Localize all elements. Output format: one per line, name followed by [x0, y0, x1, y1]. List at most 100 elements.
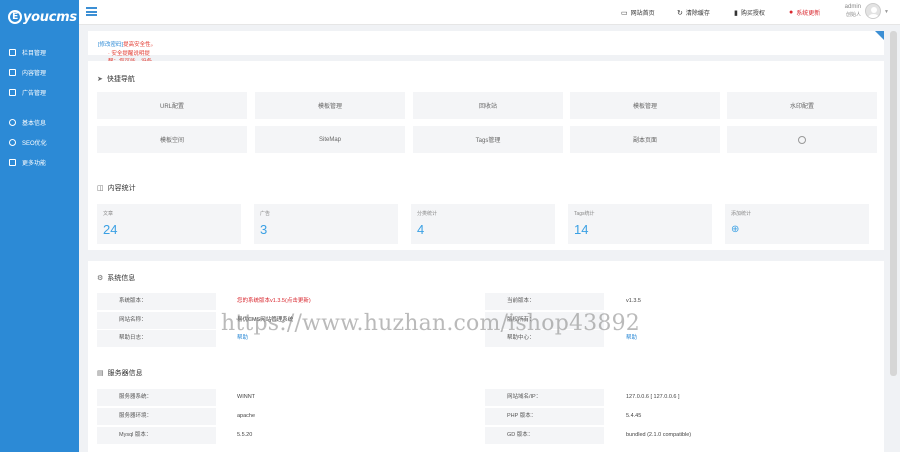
monitor-icon: ▭: [621, 9, 628, 17]
logo-text: youcms: [23, 9, 77, 25]
sidebar-item-label: 广告管理: [22, 91, 47, 97]
sidebar-item-basic-info[interactable]: 基本信息: [9, 118, 46, 127]
notice-text: · 安全提醒说明提醒：您可能、设备出现或被、请及时[修改密码]提高安全性。: [98, 40, 157, 73]
corner-flag-icon: [875, 31, 884, 40]
main-content: · 安全提醒说明提醒：您可能、设备出现或被、请及时[修改密码]提高安全性。 ➤快…: [88, 31, 884, 452]
info-value: v1.3.5: [626, 298, 641, 304]
change-password-link[interactable]: [修改密码]: [98, 42, 123, 48]
security-notice: · 安全提醒说明提醒：您可能、设备出现或被、请及时[修改密码]提高安全性。: [88, 31, 884, 73]
sidebar-item-label: SEO优化: [22, 141, 47, 147]
chevron-down-icon[interactable]: ▼: [884, 9, 889, 15]
info-value: 5.5.20: [237, 432, 253, 438]
system-info-title: ⚙ 系统信息: [97, 273, 135, 283]
sidebar-item-label: 基本信息: [22, 121, 47, 127]
system-update-label: 系统更新: [796, 11, 821, 17]
sidebar-item-ads[interactable]: 广告管理: [9, 88, 46, 97]
info-row: 网站名称： 易优CMS网站管理系统 版权所有：: [97, 312, 867, 329]
stat-value: 3: [260, 222, 268, 237]
chart-icon: ◫: [97, 185, 104, 192]
system-update-link[interactable]: ● 系统更新: [789, 8, 820, 17]
info-key: 帮助日志：: [97, 330, 216, 347]
quick-nav-title-text: 快捷导航: [106, 76, 135, 83]
content-stats-title: ◫ 内容统计: [97, 183, 136, 193]
sidebar: E youcms 栏目管理 内容管理 广告管理 基本信息 SEO优化 更多功能: [0, 0, 79, 452]
add-circle-icon: ⊕: [731, 224, 740, 235]
logo[interactable]: E youcms: [0, 0, 79, 34]
info-key: 服务器系统：: [97, 389, 216, 406]
gear-icon: ⚙: [97, 275, 104, 282]
quick-nav-recycle-bin[interactable]: 回收站: [413, 92, 563, 119]
hamburger-menu-icon[interactable]: [86, 7, 97, 16]
stat-tags[interactable]: Tags统计 14: [568, 204, 712, 244]
info-key: 服务器环境：: [97, 408, 216, 425]
sidebar-item-label: 栏目管理: [22, 51, 47, 57]
stat-value: 14: [574, 222, 589, 237]
help-link[interactable]: 帮助: [237, 330, 248, 347]
content-stats-title-text: 内容统计: [107, 185, 136, 192]
stat-ads[interactable]: 广告 3: [254, 204, 398, 244]
info-row: 服务器环境： apache PHP 版本： 5.4.45: [97, 408, 867, 425]
quick-nav-copy-page[interactable]: 副本页面: [570, 126, 720, 153]
version-update-link[interactable]: 您的系统版本v1.3.5(点击更新): [237, 293, 311, 310]
help-center-link[interactable]: 帮助: [626, 330, 637, 347]
stat-label: 文章: [103, 211, 114, 217]
quick-nav-template-2[interactable]: 模板管理: [570, 92, 720, 119]
info-key: 帮助中心：: [485, 330, 604, 347]
info-key: GD 版本：: [485, 427, 604, 444]
vertical-scrollbar[interactable]: [890, 31, 897, 376]
clear-cache-link[interactable]: ↻ 清除缓存: [677, 8, 710, 18]
quick-nav-url-config[interactable]: URL配置: [97, 92, 247, 119]
stat-label: Tags统计: [574, 211, 595, 217]
server-info-title-text: 服务器信息: [107, 370, 143, 377]
buy-license-link[interactable]: ▮ 购买授权: [734, 8, 765, 18]
user-name: admin: [844, 4, 861, 10]
sidebar-item-seo[interactable]: SEO优化: [9, 138, 47, 147]
quick-nav-template[interactable]: 模板管理: [255, 92, 405, 119]
image-icon: [9, 89, 16, 96]
info-key: 版权所有：: [485, 312, 604, 329]
user-role: 创始人: [845, 12, 861, 18]
notice-tail: 提高安全性。: [123, 42, 157, 48]
sidebar-item-columns[interactable]: 栏目管理: [9, 48, 46, 57]
stat-add[interactable]: 添加统计 ⊕: [725, 204, 869, 244]
refresh-icon: ↻: [677, 9, 683, 17]
info-value: 5.4.45: [626, 413, 642, 419]
stat-label: 广告: [260, 211, 271, 217]
info-value: 127.0.0.6 [ 127.0.0.6 ]: [626, 394, 680, 400]
stat-categories[interactable]: 分类统计 4: [411, 204, 555, 244]
sidebar-item-label: 内容管理: [22, 71, 47, 77]
bookmark-icon: ▮: [734, 9, 738, 17]
info-value: 易优CMS网站管理系统: [237, 317, 294, 323]
info-value: apache: [237, 413, 256, 419]
stat-articles[interactable]: 文章 24: [97, 204, 241, 244]
avatar[interactable]: [865, 3, 881, 19]
stat-label: 添加统计: [731, 211, 752, 217]
info-row: 帮助日志： 帮助 帮助中心： 帮助: [97, 330, 867, 347]
sidebar-item-content[interactable]: 内容管理: [9, 68, 46, 77]
home-link-label: 网站首页: [630, 11, 655, 17]
system-info-title-text: 系统信息: [107, 275, 136, 282]
content-stats-card: ◫ 内容统计 文章 24 广告 3 分类统计 4 Tags统计 14 添加统计 ⊕: [88, 170, 884, 250]
quick-nav-sitemap[interactable]: SiteMap: [255, 126, 405, 153]
buy-license-label: 购买授权: [740, 11, 765, 17]
clear-cache-label: 清除缓存: [685, 11, 710, 17]
info-key: 网站域名/IP：: [485, 389, 604, 406]
alert-icon: ●: [789, 9, 794, 16]
home-link[interactable]: ▭ 网站首页: [621, 8, 655, 18]
info-key: 当前版本：: [485, 293, 604, 310]
quick-nav-tags[interactable]: Tags管理: [413, 126, 563, 153]
info-key: Mysql 版本：: [97, 427, 216, 444]
info-key: 系统版本：: [97, 293, 216, 310]
info-row: 系统版本： 您的系统版本v1.3.5(点击更新) 当前版本： v1.3.5: [97, 293, 867, 310]
gear-icon: [9, 119, 16, 126]
quick-nav-add[interactable]: [727, 126, 877, 153]
quick-nav-watermark[interactable]: 水印配置: [727, 92, 877, 119]
user-info[interactable]: admin 创始人: [839, 3, 861, 19]
quick-nav-template-space[interactable]: 模板空间: [97, 126, 247, 153]
folder-icon: [9, 49, 16, 56]
logo-mark: E: [8, 10, 22, 24]
top-bar: ▭ 网站首页 ↻ 清除缓存 ▮ 购买授权 ● 系统更新 admin 创始人 ▼: [79, 0, 900, 25]
sidebar-item-more[interactable]: 更多功能: [9, 158, 46, 167]
stat-value: 24: [103, 222, 118, 237]
info-row: Mysql 版本： 5.5.20 GD 版本： bundled (2.1.0 c…: [97, 427, 867, 444]
